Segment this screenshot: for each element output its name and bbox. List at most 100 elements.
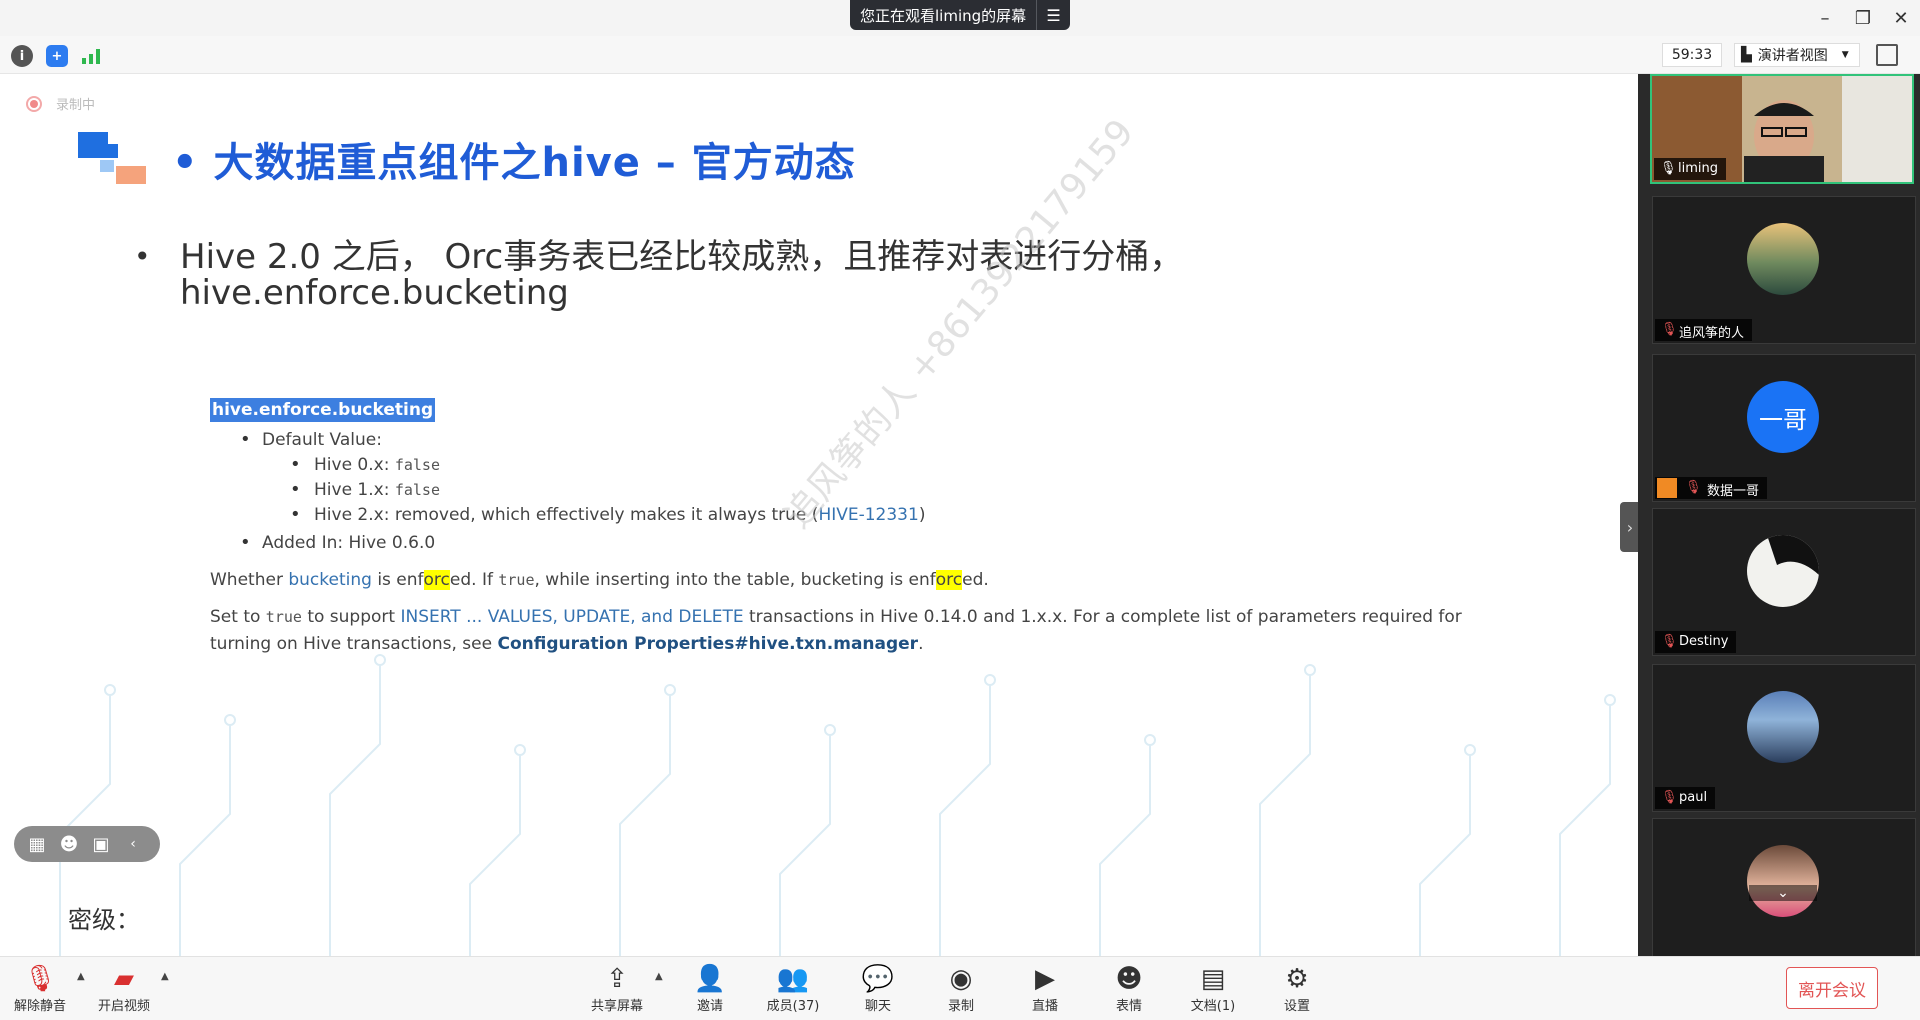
- participant-tile[interactable]: 🎙 Destiny: [1652, 508, 1916, 656]
- main-bullet-text: Hive 2.0 之后， Orc事务表已经比较成熟，且推荐对表进行分桶，hive…: [180, 237, 1184, 313]
- added-in-item: Added In: Hive 0.6.0: [210, 532, 1470, 553]
- hive0-value: false: [394, 456, 440, 474]
- hive0-label: Hive 0.x:: [314, 455, 395, 475]
- bottom-bar: 🎙 解除静音 ▲ ▰ 开启视频 ▲ ⇪ 共享屏幕 ▲ 👤 邀请 👥 成员(37)…: [0, 956, 1920, 1020]
- record-icon: ◉: [949, 964, 973, 994]
- signal-icon[interactable]: [80, 45, 102, 67]
- p1-code: true: [498, 571, 535, 589]
- close-button[interactable]: ✕: [1884, 4, 1918, 32]
- fullscreen-icon[interactable]: [1876, 44, 1898, 66]
- chat-icon: 💬: [861, 964, 895, 994]
- collapse-panel-button[interactable]: ›: [1620, 502, 1640, 552]
- chevron-up-icon[interactable]: ▲: [161, 971, 169, 982]
- participant-tile[interactable]: 🎙 追风筝的人: [1652, 196, 1916, 344]
- leave-meeting-button[interactable]: 离开会议: [1786, 967, 1878, 1009]
- live-button[interactable]: ▶ 直播: [1010, 963, 1080, 1014]
- view-mode-dropdown[interactable]: ▙ 演讲者视图 ▼: [1734, 43, 1860, 67]
- live-icon: ▶: [1035, 964, 1055, 994]
- p1-text-c: ed. If: [449, 570, 499, 590]
- p2-text-d: .: [918, 634, 924, 654]
- chat-bubble-icon[interactable]: ▣: [90, 834, 112, 855]
- meeting-timer: 59:33: [1662, 43, 1722, 67]
- documents-label: 文档(1): [1190, 999, 1236, 1014]
- restore-button[interactable]: ❐: [1846, 4, 1880, 32]
- participant-name-text: Destiny: [1679, 634, 1729, 649]
- participant-panel: 🎙 liming 🎙 追风筝的人 一哥 🎙 数据一哥 🎙 Destiny 🎙 paul ⌄: [1638, 74, 1920, 956]
- grid-icon[interactable]: ▦: [26, 834, 48, 855]
- chevron-up-icon[interactable]: ▲: [77, 971, 85, 982]
- title-bar: 您正在观看liming的屏幕 ☰ – ❐ ✕: [0, 0, 1920, 36]
- participant-tile[interactable]: 一哥 🎙 数据一哥: [1652, 354, 1916, 502]
- avatar: [1747, 691, 1819, 763]
- slide-title: • 大数据重点组件之hive – 官方动态: [172, 140, 856, 186]
- participant-name: 🎙 liming: [1654, 158, 1726, 180]
- config-properties-link[interactable]: Configuration Properties#hive.txn.manage…: [497, 634, 918, 654]
- p1-highlight-1: orc: [423, 570, 450, 590]
- record-button[interactable]: ◉ 录制: [926, 963, 996, 1014]
- insert-values-link[interactable]: INSERT ... VALUES, UPDATE, and DELETE: [400, 607, 743, 627]
- members-button[interactable]: 👥 成员(37): [758, 963, 828, 1014]
- start-video-label: 开启视频: [97, 999, 150, 1014]
- participant-name: 🎙 数据一哥: [1655, 477, 1768, 499]
- hive2-item: Hive 2.x: removed, which effectively mak…: [210, 504, 1470, 525]
- chevron-up-icon[interactable]: ▲: [655, 971, 663, 982]
- shield-icon[interactable]: +: [46, 45, 68, 67]
- smile-icon: ☻: [1115, 964, 1143, 994]
- doc-heading: hive.enforce.bucketing: [210, 398, 436, 422]
- participant-tile[interactable]: ⌄: [1652, 818, 1916, 956]
- mic-muted-icon: 🎙: [1661, 322, 1678, 337]
- top-toolbar: i + 59:33 ▙ 演讲者视图 ▼: [0, 36, 1920, 74]
- documents-button[interactable]: ▤ 文档(1): [1178, 963, 1248, 1014]
- company-logo: [78, 132, 146, 184]
- minimize-button[interactable]: –: [1808, 4, 1842, 32]
- document-icon: ▤: [1200, 964, 1226, 994]
- participant-name-text: paul: [1679, 790, 1708, 805]
- hive2-text: Hive 2.x: removed, which effectively mak…: [314, 505, 819, 525]
- p1-text-a: Whether: [210, 570, 289, 590]
- members-icon: 👥: [776, 964, 810, 994]
- unmute-label: 解除静音: [13, 999, 66, 1014]
- avatar: [1747, 223, 1819, 295]
- participant-tile[interactable]: 🎙 paul: [1652, 664, 1916, 812]
- record-dot-icon: [26, 95, 42, 112]
- chevron-down-icon: ▼: [1841, 50, 1849, 60]
- mic-muted-icon: 🎙: [1685, 480, 1702, 495]
- bullet-dot: •: [134, 240, 151, 273]
- recording-label: 录制中: [56, 98, 96, 113]
- scroll-down-icon[interactable]: ⌄: [1749, 885, 1817, 901]
- gear-icon: ⚙: [1285, 964, 1309, 994]
- classification-label: 密级：: [68, 906, 140, 934]
- chevron-left-icon[interactable]: ‹: [122, 836, 144, 852]
- start-video-button[interactable]: ▰ 开启视频: [89, 963, 159, 1014]
- unmute-button[interactable]: 🎙 解除静音: [5, 963, 75, 1014]
- p2-text-a: Set to: [210, 607, 266, 627]
- info-icon[interactable]: i: [11, 45, 33, 67]
- screen-share-banner: 您正在观看liming的屏幕 ☰: [850, 0, 1070, 30]
- menu-icon[interactable]: ☰: [1036, 0, 1070, 30]
- host-icon: [1657, 478, 1677, 498]
- participant-tile[interactable]: 🎙 liming: [1650, 74, 1914, 184]
- doc-paragraph-1: Whether bucketing is enforced. If true, …: [210, 567, 1470, 594]
- record-label: 录制: [947, 999, 974, 1014]
- floating-toolbar: ▦ ☻ ▣ ‹: [14, 826, 160, 862]
- p1-text-e: ed.: [962, 570, 989, 590]
- emoji-button[interactable]: ☻ 表情: [1094, 963, 1164, 1014]
- hive1-label: Hive 1.x:: [314, 480, 395, 500]
- share-screen-button[interactable]: ⇪ 共享屏幕: [582, 963, 652, 1014]
- settings-button[interactable]: ⚙ 设置: [1262, 963, 1332, 1014]
- mic-muted-icon: 🎙: [23, 964, 57, 994]
- p1-text-b: is enf: [371, 570, 424, 590]
- invite-label: 邀请: [696, 999, 723, 1014]
- hive1-value: false: [394, 481, 440, 499]
- invite-button[interactable]: 👤 邀请: [675, 963, 745, 1014]
- bucketing-link[interactable]: bucketing: [288, 570, 372, 590]
- recording-indicator: 录制中: [26, 94, 95, 113]
- smile-icon[interactable]: ☻: [58, 834, 80, 855]
- added-in-text: Added In: Hive 0.6.0: [262, 533, 436, 553]
- participant-name: 🎙 Destiny: [1655, 631, 1737, 653]
- mic-icon: 🎙: [1660, 161, 1677, 176]
- share-screen-icon: ⇪: [606, 964, 628, 994]
- chat-button[interactable]: 💬 聊天: [843, 963, 913, 1014]
- emoji-label: 表情: [1115, 999, 1142, 1014]
- avatar: [1747, 535, 1819, 607]
